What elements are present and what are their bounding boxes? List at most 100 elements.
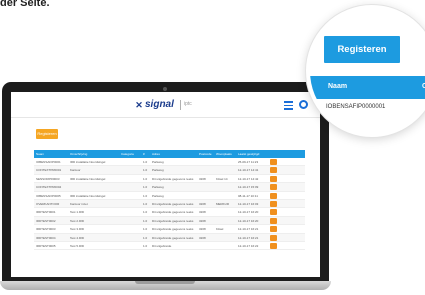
table-cell: 3208 xyxy=(199,227,206,232)
table-cell: 1.0 xyxy=(143,210,148,215)
table-cell: Dit uitgebreide gegevens reeks xyxy=(152,201,194,206)
table-cell: 1.0 xyxy=(143,160,148,164)
table-row[interactable]: SENSORPR0003 IRD installatie Noordsingel 1… xyxy=(34,175,305,184)
edit-icon[interactable] xyxy=(270,167,277,174)
table-cell: Test 4.IRD xyxy=(70,235,85,240)
zoomed-column-name[interactable]: Naam xyxy=(328,83,347,90)
table-cell: Dit uitgebreide gegevens reeks xyxy=(152,176,194,181)
table-cell xyxy=(119,192,141,199)
camera-icon xyxy=(163,87,167,91)
table-row[interactable]: CONTEXTPR0004 1.0 Parkweg 12-10-17 15:09 xyxy=(34,183,305,192)
table-row[interactable]: IOBENSAFIP0005 IRD installatie Noordsinge… xyxy=(34,192,305,200)
settings-icon[interactable] xyxy=(299,100,308,109)
table-cell: 12-10-17 16:21 xyxy=(238,235,259,240)
table-cell: Parkweg xyxy=(152,185,164,190)
table-cell xyxy=(266,225,280,233)
table-cell: Test 3.IRD xyxy=(70,227,85,232)
edit-icon[interactable] xyxy=(270,175,277,182)
table-cell xyxy=(119,242,141,249)
table-cell: IOBENSAFIP0001 xyxy=(36,160,61,164)
column-header[interactable] xyxy=(266,150,280,158)
table-cell xyxy=(119,166,141,173)
edit-icon[interactable] xyxy=(270,217,277,224)
column-header[interactable]: # xyxy=(141,150,150,158)
table-row[interactable]: IRDTEST0005 Test 5.IRD 1.0 Dit uitgebreide 1… xyxy=(34,242,305,251)
table-cell: Test 5.IRD xyxy=(70,243,85,248)
table-cell: Dit uitgebreide gegevens reeks xyxy=(152,218,194,223)
edit-icon[interactable] xyxy=(270,234,277,241)
table-cell: Parkweg xyxy=(152,160,164,164)
table-row[interactable]: IRDTEST0004 Test 4.IRD 1.0 Dit uitgebreide … xyxy=(34,233,305,242)
column-header[interactable]: Omschrijving xyxy=(68,150,119,158)
table-cell xyxy=(214,166,236,173)
register-button[interactable]: Registeren xyxy=(36,129,58,139)
laptop-frame: ✕ signal iptc Registeren Naam Omschrijvin… xyxy=(2,82,329,282)
caption-text: der Seite. xyxy=(0,0,50,9)
column-header[interactable]: Adres xyxy=(150,150,197,158)
table-cell xyxy=(197,166,214,173)
laptop-screen: ✕ signal iptc Registeren Naam Omschrijvin… xyxy=(11,92,320,277)
table-cell xyxy=(266,242,280,249)
table-row[interactable]: IRDTEST0001 Test 1.IRD 1.0 Dit uitgebreide … xyxy=(34,208,305,217)
table-cell: OVERKANTOOR xyxy=(36,201,60,206)
table-cell: IOBENSAFIP0005 xyxy=(36,193,61,198)
table-cell: MERKUR xyxy=(216,201,230,206)
table-cell: SENSORPR0003 xyxy=(36,176,60,181)
column-header[interactable]: Woonplaats xyxy=(214,150,236,158)
edit-icon[interactable] xyxy=(270,242,277,249)
table-cell: 3208 xyxy=(199,210,206,215)
table-cell: 1.0 xyxy=(143,185,148,190)
logo-divider xyxy=(180,100,181,110)
edit-icon[interactable] xyxy=(270,200,277,207)
table-row[interactable]: CONTEXTPR0001 Kantoor 1.0 Parkweg 12-10-17 1… xyxy=(34,166,305,175)
table-cell: Dit uitgebreide gegevens reeks xyxy=(152,227,194,232)
table-cell: Dit uitgebreide xyxy=(152,243,172,248)
table-cell: 1.0 xyxy=(143,218,148,223)
table-cell: 12-10-17 14:41 xyxy=(238,168,259,173)
table-row[interactable]: OVERKANTOOR Kantoor inzet 1.0 Dit uitgebrei… xyxy=(34,199,305,209)
table-row[interactable]: IOBENSAFIP0001 IRD installatie Noordsinge… xyxy=(34,158,305,167)
edit-icon[interactable] xyxy=(270,226,277,233)
register-button-zoomed[interactable]: Registeren xyxy=(324,36,400,63)
table-cell: 12-10-17 16:20 xyxy=(238,210,259,215)
table-cell xyxy=(119,225,141,232)
table-row[interactable]: IRDTEST0002 Test 2.IRD 1.0 Dit uitgebreide … xyxy=(34,216,305,226)
table-cell: 12-10-17 16:03 xyxy=(238,201,259,206)
table-cell: Kitsel xyxy=(216,227,224,232)
table-cell: 12-10-17 15:09 xyxy=(238,185,259,190)
edit-icon[interactable] xyxy=(270,159,277,165)
table-body: IOBENSAFIP0001 IRD installatie Noordsinge… xyxy=(34,158,305,251)
edit-icon[interactable] xyxy=(270,209,277,216)
table-cell xyxy=(266,158,280,165)
table-cell xyxy=(197,192,214,199)
laptop-notch xyxy=(135,281,195,284)
table-cell: 1.0 xyxy=(143,235,148,240)
table-cell xyxy=(214,192,236,199)
table-cell: 1.0 xyxy=(143,227,148,232)
table-cell xyxy=(266,166,280,174)
table-cell: 3208 xyxy=(199,201,206,206)
edit-icon[interactable] xyxy=(270,192,277,199)
app-header: ✕ signal iptc xyxy=(11,92,320,118)
table-cell: CONTEXTPR0004 xyxy=(36,185,62,190)
table-cell: CONTEXTPR0001 xyxy=(36,168,62,173)
menu-icon[interactable] xyxy=(284,101,293,110)
table-cell: 3208 xyxy=(199,176,206,181)
table-row[interactable]: IRDTEST0003 Test 3.IRD 1.0 Dit uitgebreide … xyxy=(34,225,305,234)
table-cell: IRDTEST0004 xyxy=(36,235,56,240)
table-cell xyxy=(119,158,141,165)
column-header[interactable]: Categorie xyxy=(119,150,141,158)
table-cell: 12-10-17 14:42 xyxy=(238,176,259,181)
edit-icon[interactable] xyxy=(270,184,277,191)
table-cell: 1.0 xyxy=(143,201,148,206)
table-cell xyxy=(119,208,141,215)
table-cell: 12-10-17 16:20 xyxy=(238,218,259,223)
table-cell: 3208 xyxy=(199,218,206,223)
table-cell: IRDTEST0005 xyxy=(36,243,56,248)
column-header[interactable]: Naam xyxy=(34,150,68,158)
table-cell: 3208 xyxy=(199,235,206,240)
app-logo[interactable]: signal xyxy=(145,99,174,110)
column-header[interactable]: Postcode xyxy=(197,150,214,158)
column-header[interactable]: Laatst gewijzigd xyxy=(236,150,266,158)
table-cell xyxy=(197,158,214,165)
